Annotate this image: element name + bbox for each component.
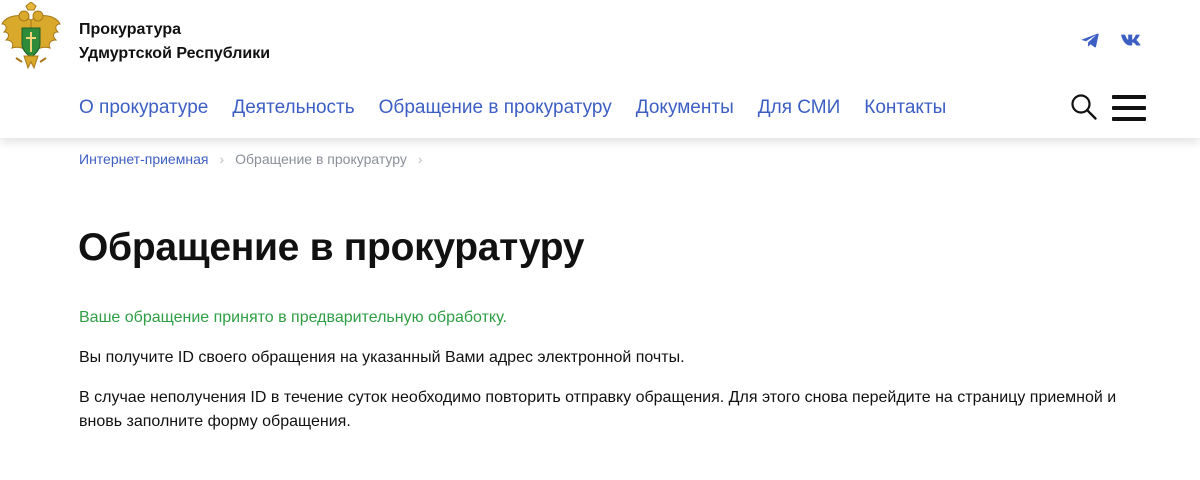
hamburger-menu-icon[interactable]	[1112, 95, 1146, 121]
menu-bar-bottom	[1112, 117, 1146, 121]
breadcrumb-item-current: Обращение в прокуратуру	[235, 151, 407, 167]
search-icon[interactable]	[1070, 93, 1098, 121]
emblem-icon[interactable]	[0, 1, 62, 74]
site-header: Прокуратура Удмуртской Республики О прок…	[0, 0, 1200, 138]
chevron-right-icon: ›	[417, 151, 423, 167]
page-title: Обращение в прокуратуру	[78, 226, 585, 269]
nav-item-contacts[interactable]: Контакты	[864, 95, 946, 121]
organization-name[interactable]: Прокуратура Удмуртской Республики	[79, 18, 270, 66]
organization-name-line1: Прокуратура	[79, 21, 182, 38]
menu-bar-middle	[1112, 106, 1146, 110]
nav-item-media[interactable]: Для СМИ	[758, 95, 841, 121]
nav-item-activity[interactable]: Деятельность	[232, 95, 354, 121]
repeat-message: В случае неполучения ID в течение суток …	[79, 389, 1117, 430]
info-message: Вы получите ID своего обращения на указа…	[79, 349, 685, 366]
success-message: Ваше обращение принято в предварительную…	[79, 309, 507, 326]
menu-bar-top	[1112, 95, 1146, 99]
chevron-right-icon: ›	[219, 151, 225, 167]
vk-icon[interactable]	[1119, 29, 1143, 51]
main-nav: О прокуратуре Деятельность Обращение в п…	[79, 95, 970, 121]
organization-name-line2: Удмуртской Республики	[79, 45, 271, 62]
nav-item-documents[interactable]: Документы	[636, 95, 734, 121]
breadcrumb-item-reception[interactable]: Интернет-приемная	[79, 151, 208, 167]
telegram-icon[interactable]	[1078, 29, 1102, 51]
breadcrumb: Интернет-приемная › Обращение в прокурат…	[79, 151, 434, 167]
nav-item-appeal[interactable]: Обращение в прокуратуру	[379, 95, 612, 121]
nav-item-about[interactable]: О прокуратуре	[79, 95, 208, 121]
